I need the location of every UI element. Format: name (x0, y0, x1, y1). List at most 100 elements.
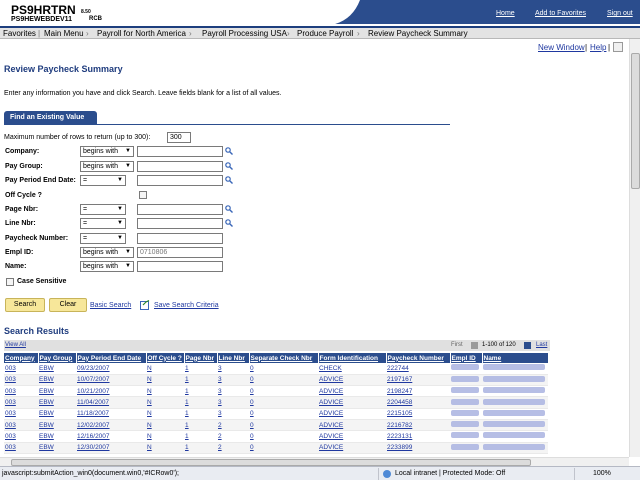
sign-out-link[interactable]: Sign out (607, 10, 633, 17)
breadcrumb-produce-payroll[interactable]: Produce Payroll (297, 28, 353, 39)
help-link[interactable]: Help (590, 43, 606, 52)
column-header[interactable]: Company (4, 353, 39, 363)
breadcrumb-favorites[interactable]: Favorites (3, 28, 36, 39)
zoom-level[interactable]: 100% (593, 467, 611, 480)
case-sensitive-checkbox[interactable] (6, 278, 14, 286)
redacted-cell[interactable] (482, 374, 548, 387)
row-link[interactable]: 3 (218, 376, 222, 383)
pay-group-operator-select[interactable]: begins with ▼ (80, 161, 134, 172)
row-link[interactable]: 1 (185, 388, 189, 395)
row-link[interactable]: 2 (218, 422, 222, 429)
column-header[interactable]: Empl ID (450, 353, 483, 363)
row-link[interactable]: ADVICE (319, 410, 343, 417)
paycheck-number-input[interactable] (137, 233, 223, 244)
table-row[interactable]: 003 EBW 09/23/2007 N 1 3 0 CHECK 222744 (4, 363, 548, 375)
redacted-cell[interactable] (482, 419, 548, 432)
row-link[interactable]: 1 (185, 399, 189, 406)
paycheck-number-operator-select[interactable]: = ▼ (80, 233, 126, 244)
row-link[interactable]: 0 (250, 422, 254, 429)
row-link[interactable]: 12/02/2007 (77, 422, 110, 429)
row-link[interactable]: ADVICE (319, 422, 343, 429)
tab-find-existing-value[interactable]: Find an Existing Value (4, 111, 97, 124)
redacted-cell[interactable] (482, 430, 548, 443)
row-link[interactable]: 003 (5, 376, 16, 383)
row-link[interactable]: 2197167 (387, 376, 412, 383)
row-link[interactable]: 003 (5, 444, 16, 451)
scrollbar-thumb[interactable] (631, 53, 640, 189)
redacted-cell[interactable] (482, 408, 548, 420)
row-link[interactable]: 0 (250, 388, 254, 395)
column-header[interactable]: Name (482, 353, 549, 363)
row-link[interactable]: 1 (185, 433, 189, 440)
row-link[interactable]: 0 (250, 376, 254, 383)
row-link[interactable]: 0 (250, 444, 254, 451)
row-link[interactable]: N (147, 422, 152, 429)
line-nbr-lookup-icon[interactable] (225, 219, 233, 227)
redacted-cell[interactable] (450, 385, 482, 398)
table-row[interactable]: 003 EBW 10/21/2007 N 1 3 0 ADVICE 2198247 (4, 385, 548, 398)
row-link[interactable]: 11/04/2007 (77, 399, 109, 406)
row-link[interactable]: N (147, 376, 152, 383)
pay-group-input[interactable] (137, 161, 223, 172)
redacted-cell[interactable] (450, 363, 482, 375)
redacted-cell[interactable] (450, 442, 482, 454)
empl-id-input[interactable]: 0710806 (137, 247, 223, 258)
pay-period-end-date-input[interactable] (137, 175, 223, 186)
row-link[interactable]: 0 (250, 399, 254, 406)
table-row[interactable]: 003 EBW 12/16/2007 N 1 2 0 ADVICE 2223131 (4, 430, 548, 443)
search-button[interactable]: Search (5, 298, 45, 312)
column-header[interactable]: Off Cycle ? (146, 353, 185, 363)
row-link[interactable]: 12/16/2007 (77, 433, 110, 440)
row-link[interactable]: 003 (5, 433, 16, 440)
row-link[interactable]: 003 (5, 399, 16, 406)
table-row[interactable]: 003 EBW 12/02/2007 N 1 2 0 ADVICE 2216782 (4, 419, 548, 432)
row-link[interactable]: ADVICE (319, 444, 343, 451)
name-operator-select[interactable]: begins with ▼ (80, 261, 134, 272)
name-input[interactable] (137, 261, 223, 272)
scrollbar-thumb[interactable] (11, 459, 531, 466)
add-to-favorites-link[interactable]: Add to Favorites (535, 10, 586, 17)
horizontal-scrollbar[interactable] (0, 457, 629, 466)
row-link[interactable]: N (147, 444, 152, 451)
row-link[interactable]: 1 (185, 422, 189, 429)
row-link[interactable]: ADVICE (319, 433, 343, 440)
redacted-cell[interactable] (450, 419, 482, 432)
row-link[interactable]: 222744 (387, 365, 409, 372)
save-criteria-icon[interactable] (140, 300, 150, 310)
row-link[interactable]: 2204458 (387, 399, 412, 406)
breadcrumb-payroll-na[interactable]: Payroll for North America (97, 28, 186, 39)
row-link[interactable]: 1 (185, 365, 189, 372)
column-header[interactable]: Form Identification (318, 353, 387, 363)
table-row[interactable]: 003 EBW 12/30/2007 N 1 2 0 ADVICE 2233899 (4, 442, 548, 454)
company-operator-select[interactable]: begins with ▼ (80, 146, 134, 157)
new-window-link[interactable]: New Window (538, 43, 585, 52)
row-link[interactable]: 3 (218, 399, 222, 406)
row-link[interactable]: EBW (39, 444, 54, 451)
customize-page-icon[interactable] (613, 42, 623, 52)
redacted-cell[interactable] (482, 363, 548, 375)
max-rows-input[interactable] (167, 132, 191, 143)
row-link[interactable]: EBW (39, 365, 54, 372)
row-link[interactable]: 003 (5, 422, 16, 429)
redacted-cell[interactable] (482, 442, 548, 454)
table-row[interactable]: 003 EBW 11/04/2007 N 1 3 0 ADVICE 2204458 (4, 396, 548, 409)
column-header[interactable]: Pay Period End Date (76, 353, 147, 363)
column-header[interactable]: Pay Group (38, 353, 77, 363)
row-link[interactable]: 003 (5, 388, 16, 395)
calendar-icon[interactable] (225, 176, 233, 184)
redacted-cell[interactable] (482, 385, 548, 398)
row-link[interactable]: EBW (39, 399, 54, 406)
redacted-cell[interactable] (482, 396, 548, 409)
row-link[interactable]: 1 (185, 376, 189, 383)
row-link[interactable]: EBW (39, 376, 54, 383)
page-nbr-lookup-icon[interactable] (225, 205, 233, 213)
home-link[interactable]: Home (496, 10, 515, 17)
row-link[interactable]: ADVICE (319, 376, 343, 383)
page-nbr-operator-select[interactable]: = ▼ (80, 204, 126, 215)
redacted-cell[interactable] (450, 408, 482, 420)
vertical-scrollbar[interactable] (629, 39, 640, 457)
breadcrumb-main-menu[interactable]: Main Menu (44, 28, 84, 39)
row-link[interactable]: 12/30/2007 (77, 444, 110, 451)
page-nbr-input[interactable] (137, 204, 223, 215)
table-row[interactable]: 003 EBW 11/18/2007 N 1 3 0 ADVICE 2215105 (4, 408, 548, 420)
